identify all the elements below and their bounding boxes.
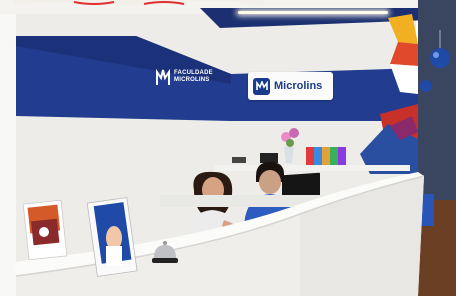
brochure-left [22, 200, 68, 261]
brochure-right [86, 197, 138, 277]
service-bell-icon [152, 241, 178, 263]
reception-photo: FACULDADE MICROLINS Microlins [0, 0, 456, 296]
